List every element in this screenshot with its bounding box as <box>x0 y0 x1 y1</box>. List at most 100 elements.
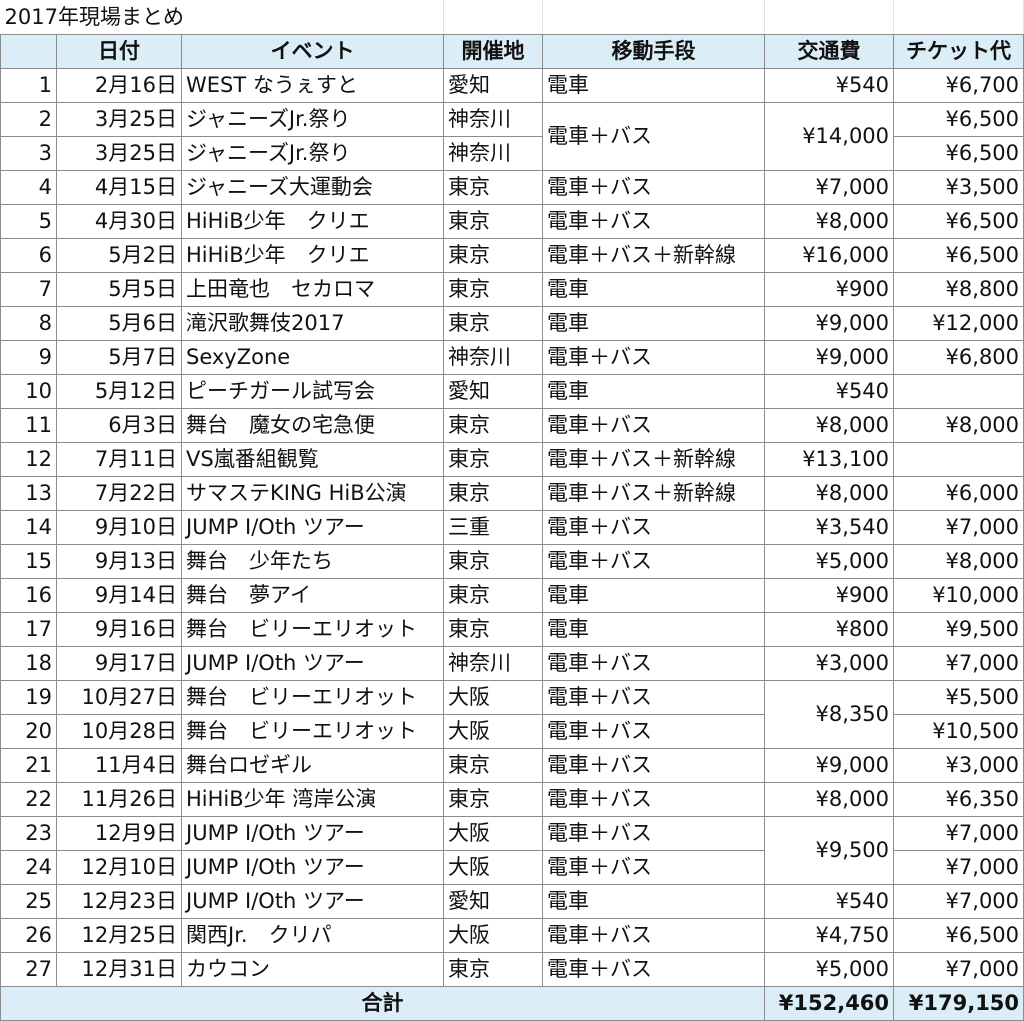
row-number: 10 <box>0 374 57 409</box>
place-cell: 東京 <box>443 748 544 783</box>
ticket-cell: ¥10,500 <box>893 714 1024 749</box>
row-number: 4 <box>0 170 57 205</box>
date-cell: 9月16日 <box>56 612 182 647</box>
ticket-cell: ¥6,500 <box>893 204 1024 239</box>
place-cell: 東京 <box>443 782 544 817</box>
date-cell: 12月9日 <box>56 816 182 851</box>
table-row: 18 9月17日 JUMP I/Oth ツアー 神奈川 電車＋バス ¥3,000 ¥7,00… <box>0 646 1024 681</box>
event-cell: SexyZone <box>180 340 445 375</box>
transport-cell: 電車 <box>542 306 766 341</box>
table-row: 8 5月6日 滝沢歌舞伎2017 東京 電車 ¥9,000 ¥12,000 <box>0 306 1024 341</box>
row-number: 24 <box>0 850 57 885</box>
ticket-cell: ¥7,000 <box>893 646 1024 681</box>
row-number: 20 <box>0 714 57 749</box>
date-cell: 5月7日 <box>56 340 182 375</box>
date-cell: 3月25日 <box>56 136 182 171</box>
row-number: 6 <box>0 238 57 273</box>
ticket-cell: ¥7,000 <box>893 510 1024 545</box>
fare-cell: ¥540 <box>764 68 895 103</box>
empty-cell <box>443 0 544 35</box>
ticket-cell: ¥12,000 <box>893 306 1024 341</box>
event-cell: HiHiB少年 湾岸公演 <box>180 782 445 817</box>
date-cell: 12月10日 <box>56 850 182 885</box>
place-cell: 神奈川 <box>443 340 544 375</box>
transport-cell: 電車 <box>542 612 766 647</box>
event-cell: HiHiB少年 クリエ <box>180 238 445 273</box>
header-transport: 移動手段 <box>542 34 766 69</box>
row-number: 3 <box>0 136 57 171</box>
table-row: 25 12月23日 JUMP I/Oth ツアー 愛知 電車 ¥540 ¥7,000 <box>0 884 1024 919</box>
place-cell: 東京 <box>443 578 544 613</box>
ticket-cell: ¥6,000 <box>893 476 1024 511</box>
place-cell: 大阪 <box>443 680 544 715</box>
place-cell: 神奈川 <box>443 646 544 681</box>
header-date: 日付 <box>56 34 182 69</box>
header-ticket: チケット代 <box>893 34 1024 69</box>
row-number: 13 <box>0 476 57 511</box>
date-cell: 5月2日 <box>56 238 182 273</box>
fare-cell: ¥7,000 <box>764 170 895 205</box>
empty-cell <box>893 0 1024 35</box>
date-cell: 9月14日 <box>56 578 182 613</box>
table-row: 12 7月11日 VS嵐番組観覧 東京 電車＋バス＋新幹線 ¥13,100 <box>0 442 1024 477</box>
table-row: 27 12月31日 カウコン 東京 電車＋バス ¥5,000 ¥7,000 <box>0 952 1024 987</box>
table-row: 9 5月7日 SexyZone 神奈川 電車＋バス ¥9,000 ¥6,800 <box>0 340 1024 375</box>
row-number: 5 <box>0 204 57 239</box>
event-cell: 舞台 夢アイ <box>180 578 445 613</box>
place-cell: 大阪 <box>443 850 544 885</box>
ticket-cell <box>893 442 1024 477</box>
place-cell: 東京 <box>443 204 544 239</box>
transport-cell: 電車 <box>542 272 766 307</box>
table-row: 17 9月16日 舞台 ビリーエリオット 東京 電車 ¥800 ¥9,500 <box>0 612 1024 647</box>
header-row: 日付 イベント 開催地 移動手段 交通費 チケット代 <box>0 34 1024 69</box>
event-cell: 滝沢歌舞伎2017 <box>180 306 445 341</box>
date-cell: 6月3日 <box>56 408 182 443</box>
place-cell: 東京 <box>443 170 544 205</box>
date-cell: 3月25日 <box>56 102 182 137</box>
event-cell: ジャニーズJr.祭り <box>180 102 445 137</box>
ticket-cell: ¥6,700 <box>893 68 1024 103</box>
sheet-title: 2017年現場まとめ <box>0 0 445 35</box>
place-cell: 神奈川 <box>443 136 544 171</box>
event-cell: JUMP I/Oth ツアー <box>180 884 445 919</box>
total-row: 合計 ¥152,460 ¥179,150 <box>0 986 1024 1021</box>
event-cell: カウコン <box>180 952 445 987</box>
event-cell: JUMP I/Oth ツアー <box>180 850 445 885</box>
transport-cell: 電車＋バス <box>542 408 766 443</box>
ticket-cell: ¥3,500 <box>893 170 1024 205</box>
transport-cell: 電車 <box>542 884 766 919</box>
fare-cell: ¥4,750 <box>764 918 895 953</box>
place-cell: 神奈川 <box>443 102 544 137</box>
header-event: イベント <box>180 34 445 69</box>
transport-cell: 電車＋バス <box>542 170 766 205</box>
date-cell: 5月12日 <box>56 374 182 409</box>
fare-cell: ¥900 <box>764 272 895 307</box>
event-cell: 舞台 ビリーエリオット <box>180 680 445 715</box>
place-cell: 東京 <box>443 272 544 307</box>
ticket-cell: ¥3,000 <box>893 748 1024 783</box>
ticket-cell: ¥7,000 <box>893 816 1024 851</box>
table-row: 14 9月10日 JUMP I/Oth ツアー 三重 電車＋バス ¥3,540 ¥7,000 <box>0 510 1024 545</box>
table-row: 19 10月27日 舞台 ビリーエリオット 大阪 電車＋バス ¥8,350 ¥5,500 <box>0 680 1024 749</box>
fare-cell: ¥14,000 <box>764 102 895 171</box>
empty-cell <box>542 0 766 35</box>
table-row: 21 11月4日 舞台ロゼギル 東京 電車＋バス ¥9,000 ¥3,000 <box>0 748 1024 783</box>
transport-cell: 電車＋バス <box>542 850 766 885</box>
transport-cell: 電車＋バス <box>542 340 766 375</box>
date-cell: 12月25日 <box>56 918 182 953</box>
row-number: 21 <box>0 748 57 783</box>
fare-cell: ¥9,000 <box>764 306 895 341</box>
fare-cell: ¥3,000 <box>764 646 895 681</box>
transport-cell: 電車＋バス <box>542 816 766 851</box>
empty-cell <box>764 0 895 35</box>
date-cell: 12月31日 <box>56 952 182 987</box>
table-row: 5 4月30日 HiHiB少年 クリエ 東京 電車＋バス ¥8,000 ¥6,500 <box>0 204 1024 239</box>
header-place: 開催地 <box>443 34 544 69</box>
transport-cell: 電車＋バス <box>542 544 766 579</box>
transport-cell: 電車＋バス <box>542 204 766 239</box>
event-cell: サマステKING HiB公演 <box>180 476 445 511</box>
event-cell: WEST なうぇすと <box>180 68 445 103</box>
row-number: 27 <box>0 952 57 987</box>
event-cell: VS嵐番組観覧 <box>180 442 445 477</box>
place-cell: 東京 <box>443 476 544 511</box>
